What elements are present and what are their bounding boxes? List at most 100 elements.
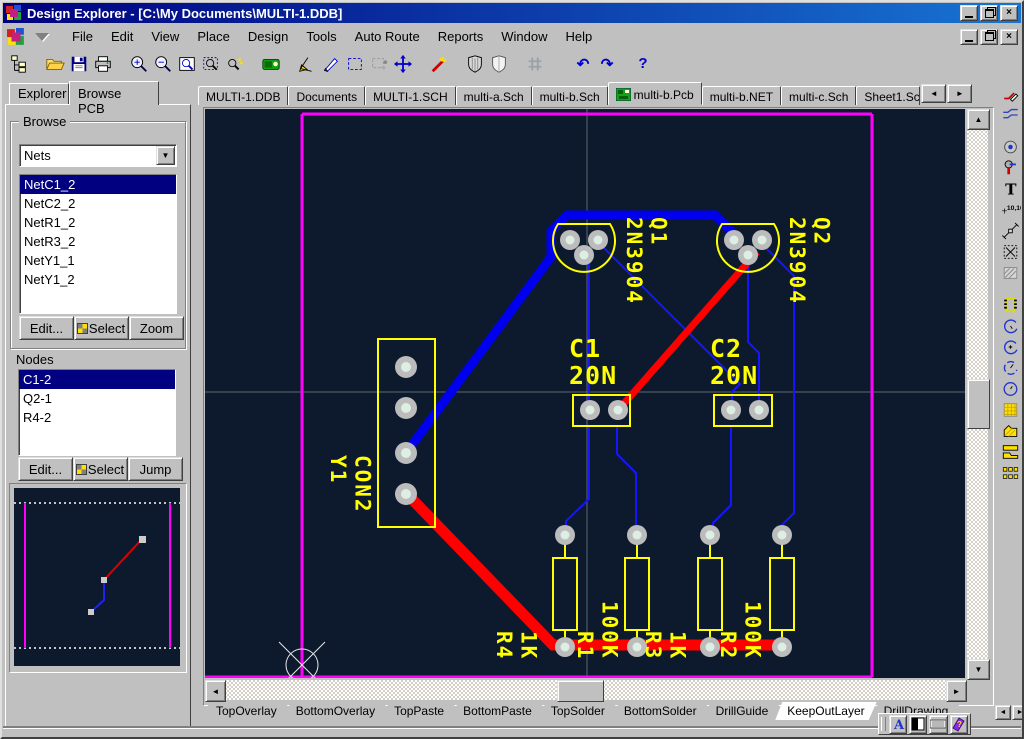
place-dimension-button[interactable] [999, 220, 1023, 241]
shield-clear-button[interactable] [487, 52, 511, 76]
tab-explorer[interactable]: Explorer [9, 83, 69, 104]
drop-arrow-icon[interactable] [35, 33, 49, 41]
document-icon[interactable] [7, 28, 25, 46]
horizontal-scroll-thumb[interactable] [557, 680, 604, 702]
doc-tab-active[interactable]: multi-b.Pcb [608, 82, 702, 105]
arc-angle-button[interactable] [999, 357, 1023, 378]
explorer-tree-button[interactable] [7, 52, 31, 76]
net-list-item[interactable]: NetC2_2 [20, 194, 176, 213]
place-string-button[interactable]: T [999, 178, 1023, 199]
menu-help[interactable]: Help [557, 26, 602, 47]
layer-tab[interactable]: TopPaste [382, 702, 456, 720]
zoom-in-button[interactable] [127, 52, 151, 76]
toggle-grid-button[interactable] [523, 52, 547, 76]
doc-tab[interactable]: MULTI-1.DDB [198, 86, 288, 105]
draw-wire-button[interactable] [319, 52, 343, 76]
split-plane-button[interactable] [999, 441, 1023, 462]
vertical-scrollbar[interactable]: ▲ ▼ [967, 109, 988, 678]
annotation-button[interactable]: A [889, 715, 907, 734]
minimize-button[interactable] [960, 5, 978, 21]
undo-button[interactable]: ↶ [571, 52, 595, 76]
menu-place[interactable]: Place [188, 26, 239, 47]
place-fill-button[interactable] [999, 399, 1023, 420]
arc-center-button[interactable] [999, 336, 1023, 357]
tab-scroll-left-button[interactable]: ◄ [921, 84, 946, 103]
node-jump-button[interactable]: Jump [128, 457, 183, 481]
net-select-button[interactable]: Select [74, 316, 129, 340]
doc-tab[interactable]: MULTI-1.SCH [365, 86, 455, 105]
layer-tab[interactable]: DrillGuide [704, 702, 781, 720]
print-button[interactable] [91, 52, 115, 76]
save-button[interactable] [67, 52, 91, 76]
menu-edit[interactable]: Edit [102, 26, 142, 47]
polygon-plane-button[interactable] [999, 420, 1023, 441]
select-area-button[interactable] [343, 52, 367, 76]
close-button[interactable]: × [1000, 5, 1018, 21]
layer-tab[interactable]: BottomSolder [612, 702, 709, 720]
net-list-item[interactable]: NetC1_2 [20, 175, 176, 194]
node-select-button[interactable]: Select [73, 457, 128, 481]
menu-reports[interactable]: Reports [429, 26, 493, 47]
pcb-canvas[interactable]: Q1 2N3904 Q2 2N3904 C1 20N C2 20N Y1 C [205, 109, 965, 678]
contrast-button[interactable] [909, 715, 927, 734]
board-viewer-button[interactable] [259, 52, 283, 76]
help-button[interactable]: ? [631, 52, 655, 76]
net-list-item[interactable]: NetR1_2 [20, 213, 176, 232]
scroll-up-button[interactable]: ▲ [967, 109, 990, 130]
doc-tab[interactable]: multi-b.NET [702, 86, 781, 105]
net-list-item[interactable]: NetR3_2 [20, 232, 176, 251]
menu-auto-route[interactable]: Auto Route [346, 26, 429, 47]
full-circle-button[interactable] [999, 378, 1023, 399]
doc-tab[interactable]: multi-c.Sch [781, 86, 856, 105]
net-zoom-button[interactable]: Zoom [129, 316, 184, 340]
zoom-selection-button[interactable] [199, 52, 223, 76]
arc-edge-button[interactable] [999, 315, 1023, 336]
hatched-fill-button[interactable] [999, 262, 1023, 283]
doc-tab[interactable]: Documents [288, 86, 365, 105]
open-document-button[interactable] [43, 52, 67, 76]
tab-scroll-right-button[interactable]: ► [947, 84, 972, 103]
layer-tab[interactable]: TopOverlay [204, 702, 289, 720]
menu-tools[interactable]: Tools [297, 26, 345, 47]
place-coordinate-button[interactable]: +10,10 [999, 199, 1023, 220]
toolbar-grip[interactable] [881, 717, 886, 731]
layer-tab[interactable]: TopSolder [539, 702, 617, 720]
mdi-minimize-button[interactable] [960, 29, 978, 45]
net-edit-button[interactable]: Edit... [19, 316, 74, 340]
magnify-point-button[interactable] [223, 52, 247, 76]
help-book-button[interactable]: ? [950, 715, 968, 734]
node-list[interactable]: C1-2 Q2-1 R4-2 [18, 369, 176, 456]
net-list[interactable]: NetC1_2 NetC2_2 NetR1_2 NetR3_2 NetY1_1 … [19, 174, 177, 314]
place-pad-button[interactable] [999, 136, 1023, 157]
menu-view[interactable]: View [142, 26, 188, 47]
mdi-restore-button[interactable] [980, 29, 998, 45]
multiple-traces-button[interactable] [999, 104, 1023, 125]
menu-file[interactable]: File [63, 26, 102, 47]
dropdown-arrow-button[interactable]: ▼ [156, 146, 175, 165]
net-list-item[interactable]: NetY1_2 [20, 270, 176, 289]
redo-button[interactable]: ↷ [595, 52, 619, 76]
shield-fill-button[interactable] [463, 52, 487, 76]
mdi-close-button[interactable]: × [1000, 29, 1018, 45]
node-list-item[interactable]: C1-2 [19, 370, 175, 389]
menu-window[interactable]: Window [492, 26, 556, 47]
node-list-item[interactable]: Q2-1 [19, 389, 175, 408]
zoom-window-button[interactable] [175, 52, 199, 76]
doc-tab[interactable]: multi-a.Sch [456, 86, 532, 105]
place-keepout-button[interactable] [999, 241, 1023, 262]
net-list-item[interactable]: NetY1_1 [20, 251, 176, 270]
title-bar[interactable]: Design Explorer - [C:\My Documents\MULTI… [3, 3, 1021, 23]
move-object-button[interactable] [391, 52, 415, 76]
place-component-button[interactable] [999, 294, 1023, 315]
doc-tab[interactable]: Sheet1.Sch [856, 86, 920, 105]
vertical-scroll-thumb[interactable] [967, 379, 990, 429]
layer-tab-active[interactable]: KeepOutLayer [775, 702, 876, 720]
wizard-pen-button[interactable] [427, 52, 451, 76]
pad-array-button[interactable] [999, 462, 1023, 483]
tab-browse-pcb[interactable]: Browse PCB [69, 81, 159, 105]
restore-button[interactable] [980, 5, 998, 21]
place-via-button[interactable] [999, 157, 1023, 178]
browse-mode-dropdown[interactable]: Nets ▼ [19, 144, 177, 167]
horizontal-scrollbar[interactable]: ◄ ► [205, 680, 965, 700]
menu-design[interactable]: Design [239, 26, 297, 47]
